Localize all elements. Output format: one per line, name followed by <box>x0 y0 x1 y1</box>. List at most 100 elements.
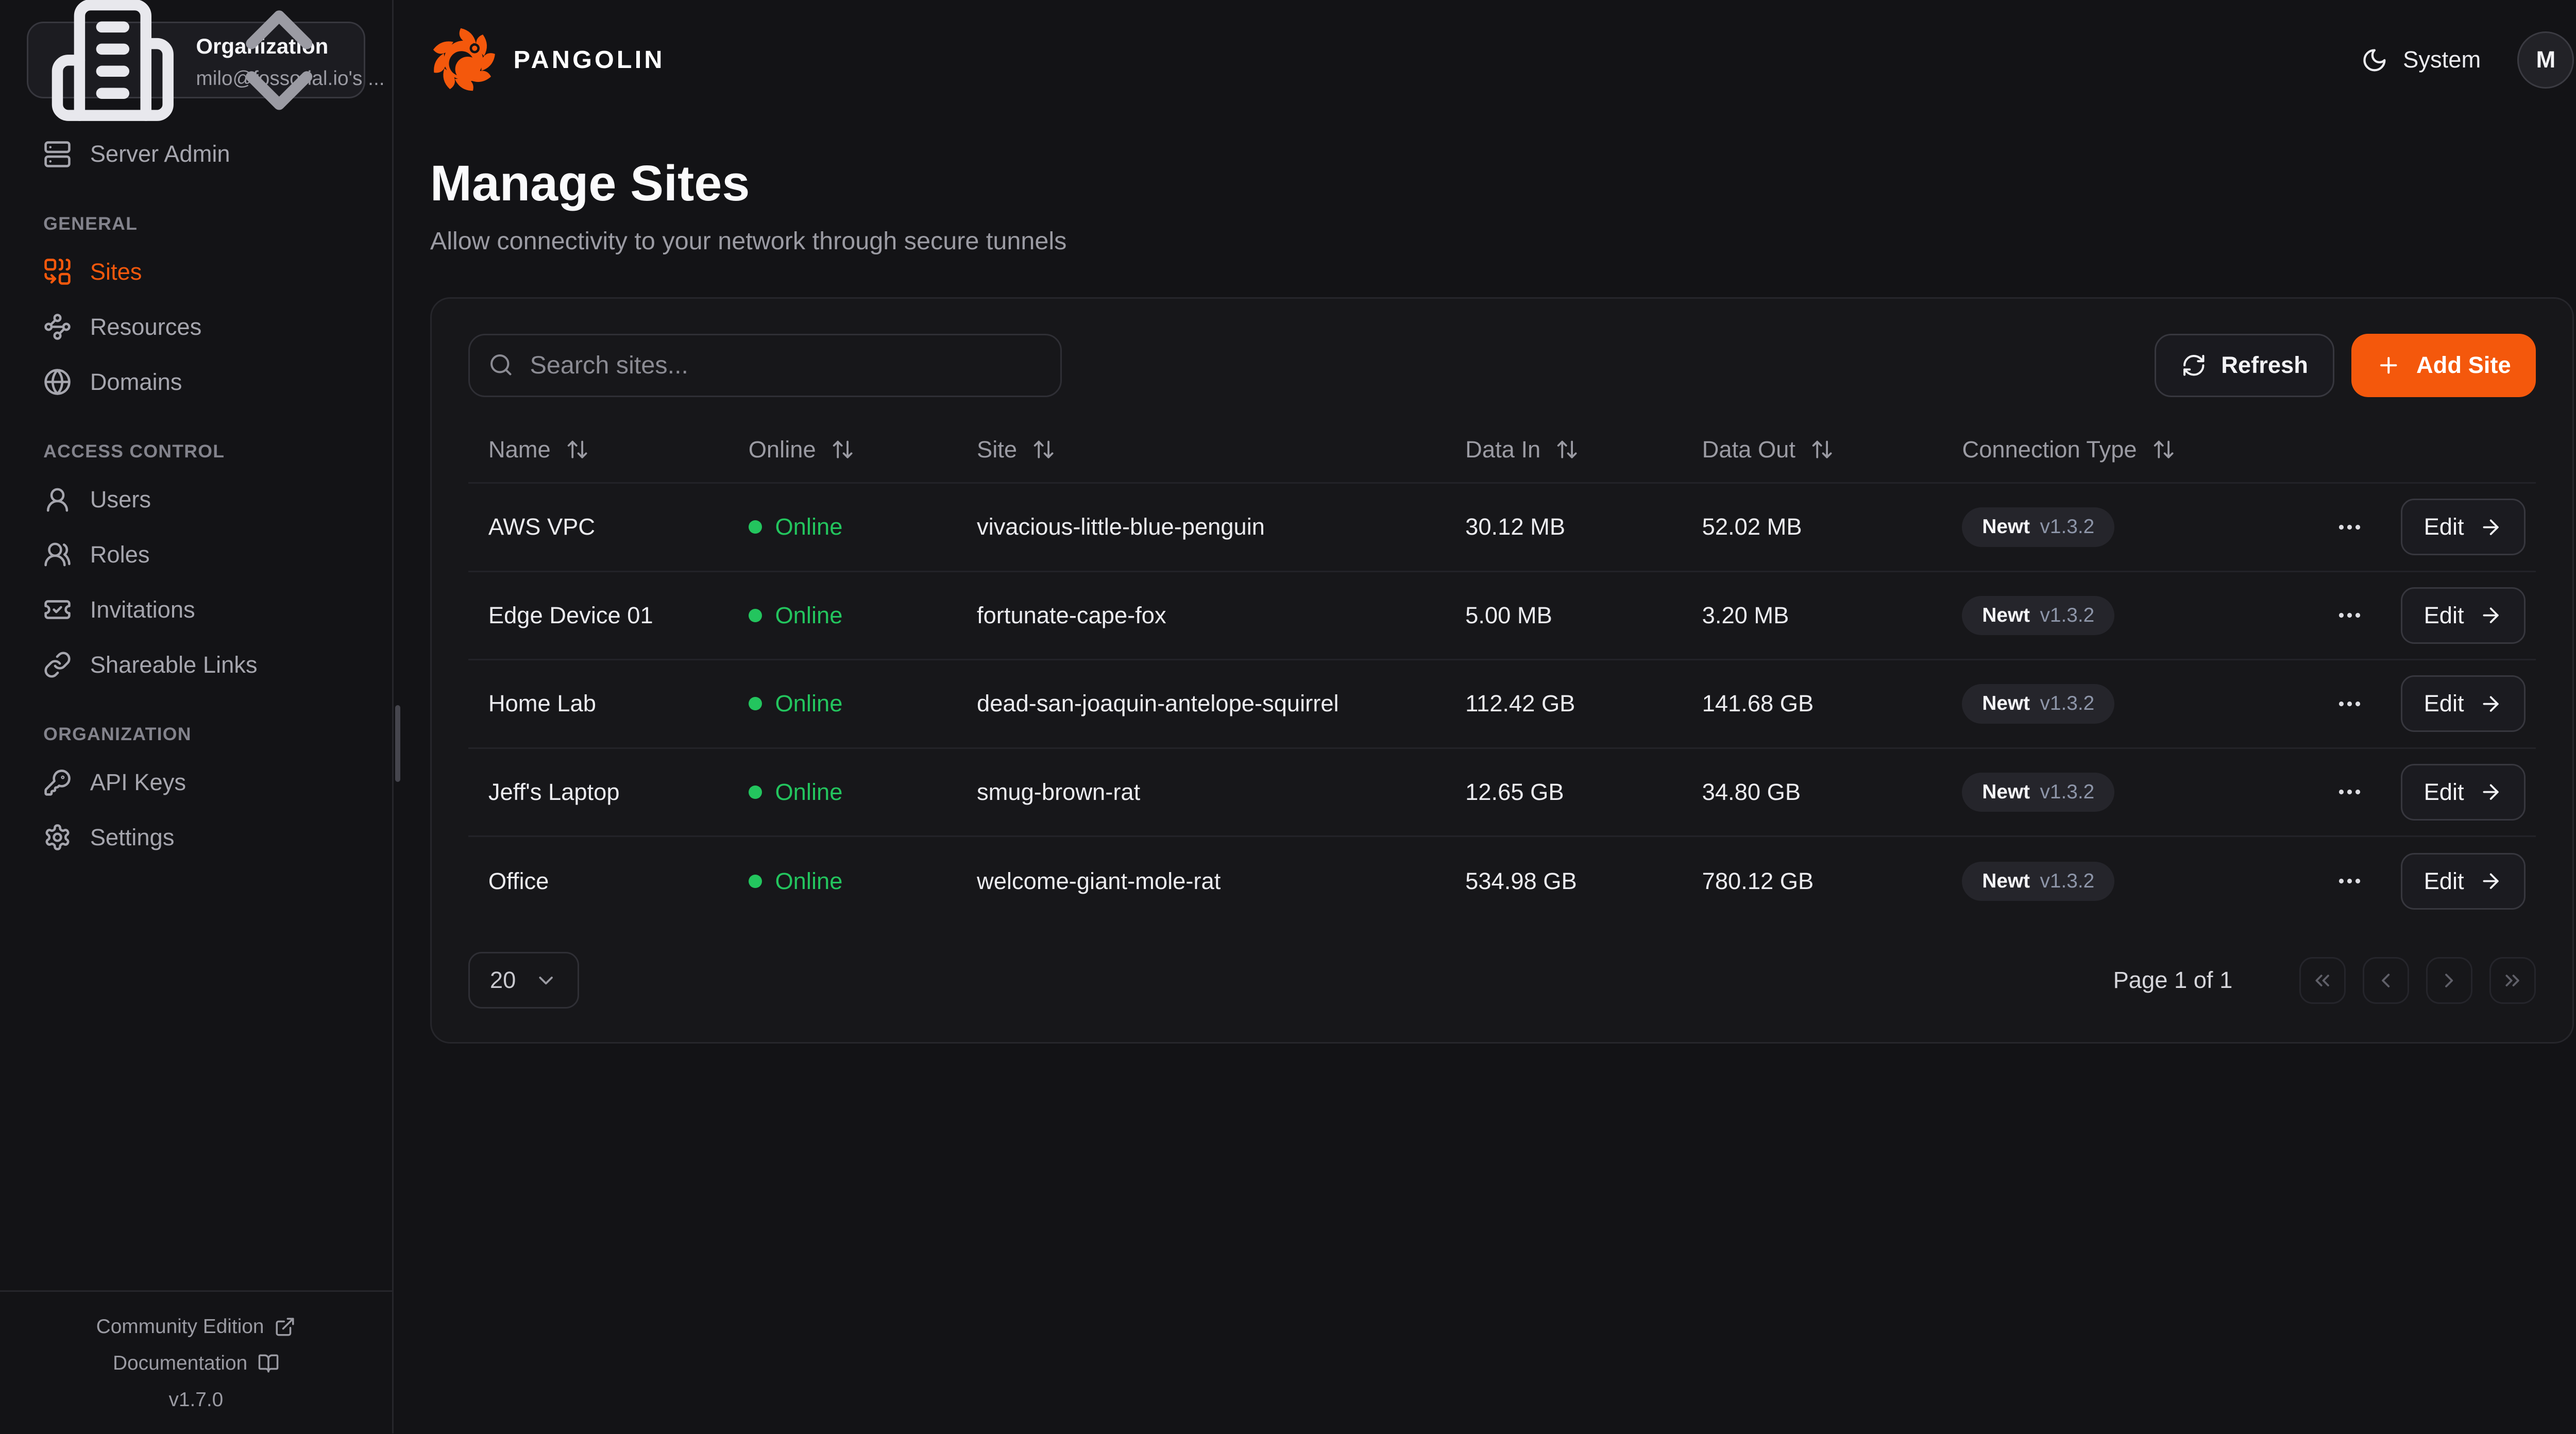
table-row: Home Lab Online dead-san-joaquin-antelop… <box>468 660 2536 749</box>
column-header-site[interactable]: Site <box>957 436 1445 463</box>
org-selector[interactable]: Organization milo@fossorial.io's ... <box>27 22 365 98</box>
site-slug-cell: smug-brown-rat <box>957 779 1445 806</box>
sidebar-item-label: Settings <box>90 824 175 851</box>
row-menu-button[interactable] <box>2335 778 2364 806</box>
refresh-label: Refresh <box>2221 352 2308 379</box>
row-menu-button[interactable] <box>2335 513 2364 541</box>
brand-logo[interactable]: PANGOLIN <box>430 27 665 93</box>
brand-name: PANGOLIN <box>514 45 665 74</box>
version-label: v1.7.0 <box>0 1382 392 1419</box>
add-site-button[interactable]: Add Site <box>2351 334 2536 397</box>
theme-toggle[interactable]: System <box>2361 46 2481 73</box>
chevron-left-icon <box>2374 969 2397 992</box>
site-slug-cell: dead-san-joaquin-antelope-squirrel <box>957 690 1445 717</box>
edit-label: Edit <box>2424 779 2464 806</box>
theme-toggle-label: System <box>2403 46 2481 73</box>
column-header-label: Connection Type <box>1962 436 2137 463</box>
sidebar-scrollbar-thumb[interactable] <box>395 705 400 782</box>
sidebar-nav: GENERAL Sites Resources Domains ACCESS C… <box>27 213 365 865</box>
external-link-icon <box>274 1316 296 1338</box>
sites-card: Refresh Add Site Name Online Site Data I… <box>430 297 2574 1044</box>
sidebar-item-invitations[interactable]: Invitations <box>27 582 365 637</box>
connection-version: v1.3.2 <box>2040 781 2095 804</box>
chevrons-up-down-icon <box>213 0 346 126</box>
edit-button[interactable]: Edit <box>2401 587 2526 644</box>
sidebar-item-roles[interactable]: Roles <box>27 527 365 583</box>
edit-button[interactable]: Edit <box>2401 764 2526 821</box>
table-body: AWS VPC Online vivacious-little-blue-pen… <box>468 484 2536 926</box>
column-header-online[interactable]: Online <box>728 436 957 463</box>
row-menu-button[interactable] <box>2335 867 2364 895</box>
next-page-button[interactable] <box>2426 957 2473 1004</box>
data-in-cell: 12.65 GB <box>1445 779 1682 806</box>
site-slug-cell: welcome-giant-mole-rat <box>957 868 1445 895</box>
sidebar-item-label: Users <box>90 486 151 513</box>
previous-page-button[interactable] <box>2363 957 2410 1004</box>
page-size-select[interactable]: 20 <box>468 952 579 1009</box>
sidebar-item-sites[interactable]: Sites <box>27 245 365 300</box>
sidebar-item-resources[interactable]: Resources <box>27 299 365 354</box>
sidebar-section-label: ORGANIZATION <box>27 724 365 745</box>
row-menu-button[interactable] <box>2335 601 2364 629</box>
data-out-cell: 141.68 GB <box>1682 690 1942 717</box>
online-status-label: Online <box>775 779 842 806</box>
globe-icon <box>43 368 72 396</box>
sidebar-item-api-keys[interactable]: API Keys <box>27 755 365 810</box>
link-icon <box>43 651 72 679</box>
data-out-cell: 3.20 MB <box>1682 602 1942 629</box>
topbar: PANGOLIN System M <box>394 0 2576 120</box>
edit-button[interactable]: Edit <box>2401 675 2526 732</box>
sort-icon <box>1810 438 1834 461</box>
sidebar-item-shareable-links[interactable]: Shareable Links <box>27 637 365 692</box>
connection-version: v1.3.2 <box>2040 692 2095 715</box>
column-header-data-in[interactable]: Data In <box>1445 436 1682 463</box>
column-header-connection-type[interactable]: Connection Type <box>1942 436 2336 463</box>
building-icon <box>46 0 179 126</box>
pangolin-logo-icon <box>430 27 497 93</box>
data-out-cell: 780.12 GB <box>1682 868 1942 895</box>
connection-type-badge: Newt v1.3.2 <box>1962 596 2114 635</box>
row-menu-button[interactable] <box>2335 690 2364 718</box>
column-header-data-out[interactable]: Data Out <box>1682 436 1942 463</box>
table-row: AWS VPC Online vivacious-little-blue-pen… <box>468 484 2536 572</box>
connection-version: v1.3.2 <box>2040 604 2095 627</box>
online-status-label: Online <box>775 868 842 895</box>
sidebar-item-settings[interactable]: Settings <box>27 810 365 865</box>
site-slug-cell: fortunate-cape-fox <box>957 602 1445 629</box>
avatar[interactable]: M <box>2517 31 2574 88</box>
connection-type-badge: Newt v1.3.2 <box>1962 862 2114 901</box>
edit-label: Edit <box>2424 868 2464 895</box>
sidebar-item-users[interactable]: Users <box>27 472 365 527</box>
edit-button[interactable]: Edit <box>2401 853 2526 910</box>
search-input[interactable] <box>468 334 1062 397</box>
connection-version: v1.3.2 <box>2040 516 2095 538</box>
column-header-name[interactable]: Name <box>468 436 728 463</box>
site-slug-cell: vivacious-little-blue-penguin <box>957 514 1445 540</box>
edit-button[interactable]: Edit <box>2401 499 2526 555</box>
documentation-link[interactable]: Documentation <box>0 1345 392 1381</box>
add-site-label: Add Site <box>2416 352 2511 379</box>
page-subtitle: Allow connectivity to your network throu… <box>430 227 2574 255</box>
site-name-cell: Home Lab <box>468 690 728 717</box>
sidebar-item-label: Shareable Links <box>90 652 258 678</box>
refresh-button[interactable]: Refresh <box>2155 334 2334 397</box>
last-page-button[interactable] <box>2489 957 2536 1004</box>
sidebar-section-label: GENERAL <box>27 213 365 234</box>
refresh-icon <box>2181 353 2207 378</box>
site-name-cell: Office <box>468 868 728 895</box>
sidebar-item-domains[interactable]: Domains <box>27 354 365 409</box>
data-out-cell: 52.02 MB <box>1682 514 1942 540</box>
arrow-right-icon <box>2479 604 2502 627</box>
chevron-down-icon <box>534 969 557 992</box>
documentation-label: Documentation <box>113 1352 247 1375</box>
sidebar-item-server-admin[interactable]: Server Admin <box>27 127 365 182</box>
table-header: Name Online Site Data In Data Out Connec… <box>468 417 2536 484</box>
table-row: Office Online welcome-giant-mole-rat 534… <box>468 837 2536 926</box>
connection-type: Newt <box>1982 604 2030 627</box>
first-page-button[interactable] <box>2299 957 2346 1004</box>
chevrons-left-icon <box>2311 969 2334 992</box>
ellipsis-icon <box>2335 778 2364 806</box>
sort-icon <box>1555 438 1579 461</box>
main-area: PANGOLIN System M Manage Sites Allow con… <box>394 0 2576 1433</box>
community-edition-link[interactable]: Community Edition <box>0 1308 392 1345</box>
